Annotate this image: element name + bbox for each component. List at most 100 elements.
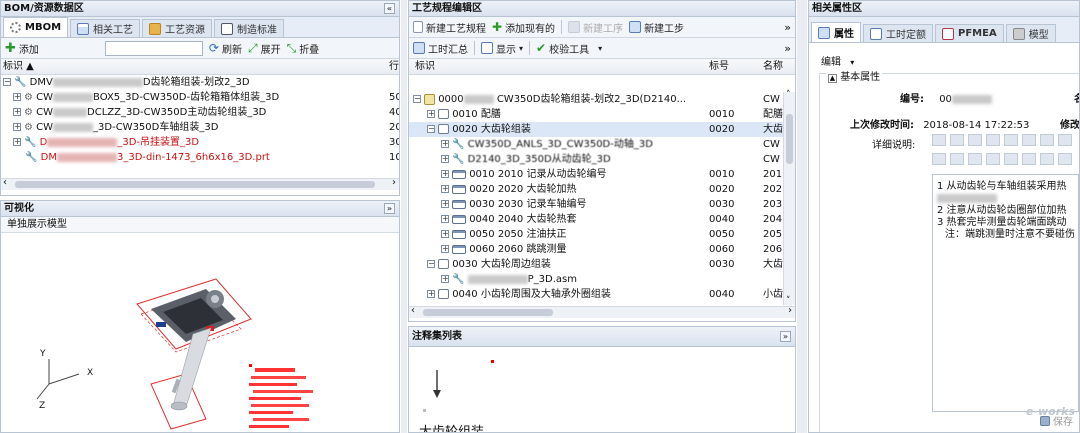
expand-toggle[interactable]: + — [427, 290, 435, 298]
toolbar-overflow-button[interactable]: » — [784, 21, 791, 34]
group-header[interactable]: ▲ 基本属性 — [826, 68, 883, 83]
add-button[interactable]: ✚ 添加 — [5, 41, 39, 56]
rich-text-button[interactable] — [1022, 134, 1036, 146]
expand-toggle[interactable]: + — [427, 110, 435, 118]
tree-row[interactable]: +⚙ CWBOX5_3D-CW350D-齿轮箱箱体组装_3D 50 — [1, 90, 399, 105]
rich-text-button[interactable] — [932, 153, 946, 165]
process-vscroll[interactable]: ˄ ˅ — [783, 90, 795, 306]
scroll-left-icon[interactable]: ‹ — [411, 305, 415, 316]
collapse-toggle[interactable]: − — [3, 78, 11, 86]
expand-toggle[interactable]: + — [441, 140, 449, 148]
tree-row[interactable]: +🔧 D_3D-吊挂装置_3D 30 — [1, 135, 399, 150]
expand-toggle[interactable]: + — [13, 123, 21, 131]
tree-row[interactable]: + 0040 2040 大齿轮热套 0040 204 — [409, 212, 783, 227]
rich-text-button[interactable] — [1004, 134, 1018, 146]
rich-text-button[interactable] — [950, 153, 964, 165]
tree-row[interactable]: + 0010 配膳 0010 配膳 — [409, 107, 783, 122]
description-editor[interactable]: 1 从动齿轮与车轴组装采用热 2 注意从动齿轮齿圈部位加热 3 热套完毕测量齿轮… — [932, 174, 1079, 412]
tree-row[interactable]: − 🔧 DMV D齿轮箱组装-划改2_3D — [1, 75, 399, 90]
display-dropdown[interactable]: 显示 ▾ — [481, 41, 523, 56]
expand-toggle[interactable]: + — [441, 200, 449, 208]
new-step-button[interactable]: 新建工步 — [629, 20, 684, 35]
expand-toggle[interactable]: + — [441, 170, 449, 178]
process-hscroll[interactable]: ‹ › — [409, 305, 795, 318]
tree-row[interactable]: + 0050 2050 注油扶正 0050 205 — [409, 227, 783, 242]
rich-text-button[interactable] — [1040, 153, 1054, 165]
process-hscroll-thumb[interactable] — [423, 309, 553, 316]
tab-pfmea[interactable]: PFMEA — [935, 24, 1004, 42]
collapse-left-button[interactable]: « — [384, 3, 395, 14]
rich-text-button[interactable] — [968, 134, 982, 146]
rich-text-button[interactable] — [1058, 134, 1072, 146]
expand-toggle[interactable]: + — [441, 230, 449, 238]
tree-row[interactable]: − 0030 大齿轮周边组装 0030 大齿 — [409, 257, 783, 272]
left-splitter[interactable] — [401, 0, 407, 433]
tree-row[interactable]: +⚙ CWDCLZZ_3D-CW350D主动齿轮组装_3D 40 — [1, 105, 399, 120]
tree-row[interactable]: + 🔧 P_3D.asm — [409, 272, 783, 287]
collapse-annotation-button[interactable]: » — [780, 331, 791, 342]
expand-toggle[interactable]: + — [441, 185, 449, 193]
column-rev-header[interactable]: 行 — [389, 59, 399, 75]
tree-row[interactable]: + 0060 2060 跳跳测量 0060 206 — [409, 242, 783, 257]
refresh-button[interactable]: ⟳ 刷新 — [209, 41, 242, 56]
tab-model[interactable]: 模型 — [1005, 24, 1056, 42]
edit-dropdown[interactable]: 编辑 ▾ — [821, 53, 854, 68]
tab-mfg-standards[interactable]: 制造标准 — [214, 19, 285, 37]
tree-row[interactable]: + 🔧 D2140_3D_350D从动齿轮_3D CW — [409, 152, 783, 167]
tree-row[interactable]: 🔧 DM3_3D-din-1473_6h6x16_3D.prt 10 — [1, 150, 399, 165]
rich-text-button[interactable] — [932, 134, 946, 146]
single-model-subtab[interactable]: 单独展示模型 — [1, 217, 399, 233]
rich-text-button[interactable] — [1058, 153, 1072, 165]
toolbar-overflow-button[interactable]: » — [784, 42, 791, 55]
model-viewport[interactable] — [1, 234, 399, 433]
scroll-left-icon[interactable]: ‹ — [3, 177, 7, 188]
tab-mbom[interactable]: MBOM — [3, 17, 69, 37]
rich-text-button[interactable] — [1040, 134, 1054, 146]
tab-attributes[interactable]: 属性 — [811, 22, 861, 42]
collapse-toggle[interactable]: − — [427, 125, 435, 133]
scroll-right-icon[interactable]: › — [788, 305, 792, 316]
tab-labor-quota[interactable]: 工时定额 — [863, 24, 933, 42]
fold-button[interactable]: ⤡ 折叠 — [287, 41, 320, 56]
new-operation-button[interactable]: 新建工序 — [568, 20, 623, 35]
tree-row-selected[interactable]: − 0020 大齿轮组装 0020 大齿 — [409, 122, 783, 137]
bom-hscroll[interactable]: ‹ › — [1, 177, 399, 190]
expand-toggle[interactable]: + — [13, 93, 21, 101]
new-process-button[interactable]: 新建工艺规程 — [413, 20, 486, 35]
hours-summary-button[interactable]: 工时汇总 — [413, 41, 468, 56]
tree-row[interactable]: + 0030 2030 记录车轴编号 0030 203 — [409, 197, 783, 212]
column-name-header[interactable]: 标识 ▲ — [3, 59, 34, 75]
scroll-right-icon[interactable]: › — [392, 177, 396, 188]
rich-text-button[interactable] — [986, 134, 1000, 146]
expand-toggle[interactable]: + — [441, 155, 449, 163]
column-number-header[interactable]: 标号 — [709, 59, 729, 75]
rich-text-button[interactable] — [968, 153, 982, 165]
tree-row[interactable]: + 0010 2010 记录从动齿轮编号 0010 201 — [409, 167, 783, 182]
expand-toggle[interactable]: + — [441, 245, 449, 253]
tree-row[interactable]: +⚙ CW_3D-CW350D车轴组装_3D 20 — [1, 120, 399, 135]
tree-row[interactable]: + 0020 2020 大齿轮加热 0020 202 — [409, 182, 783, 197]
rich-text-button[interactable] — [986, 153, 1000, 165]
process-vscroll-thumb[interactable] — [786, 114, 793, 164]
bom-hscroll-thumb[interactable] — [15, 181, 375, 188]
expand-toggle[interactable]: + — [441, 215, 449, 223]
rich-text-button[interactable] — [1004, 153, 1018, 165]
scroll-up-icon[interactable]: ˄ — [786, 90, 791, 100]
tree-row[interactable]: + 0040 小齿轮周围及大轴承外圈组装 0040 小齿 — [409, 287, 783, 302]
tree-row[interactable]: − 0000 CW350D齿轮箱组装-划改2_3D(D2140... CW — [409, 92, 783, 107]
collapse-toggle[interactable]: − — [413, 95, 421, 103]
column-id-header[interactable]: 标识 — [415, 59, 435, 75]
right-splitter[interactable] — [797, 0, 807, 433]
tree-row[interactable]: + 🔧 CW350D_ANLS_3D_CW350D-动轴_3D CW — [409, 137, 783, 152]
expand-button[interactable]: ⤢ 展开 — [248, 41, 281, 56]
expand-toggle[interactable]: + — [441, 275, 449, 283]
column-title-header[interactable]: 名称 — [763, 59, 783, 75]
collapse-visualization-button[interactable]: » — [384, 203, 395, 214]
check-tool-dropdown[interactable]: ✔ 校验工具 ▾ — [536, 41, 602, 56]
rich-text-button[interactable] — [1022, 153, 1036, 165]
collapse-group-icon[interactable]: ▲ — [828, 74, 837, 83]
rich-text-button[interactable] — [950, 134, 964, 146]
expand-toggle[interactable]: + — [13, 108, 21, 116]
collapse-toggle[interactable]: − — [427, 260, 435, 268]
bom-search-input[interactable] — [104, 40, 203, 56]
